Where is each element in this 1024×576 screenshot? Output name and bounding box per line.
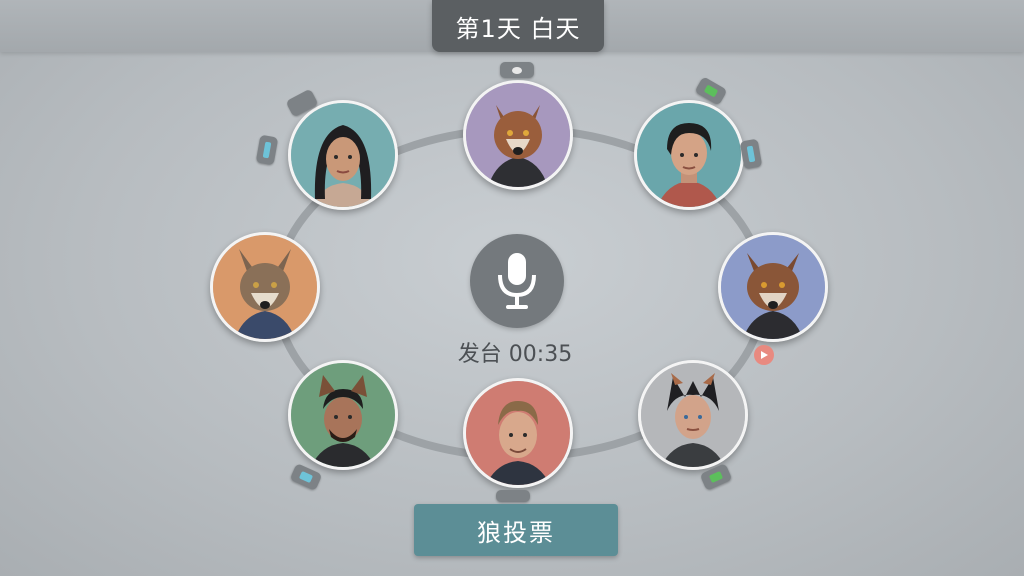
human-avatar <box>291 103 395 207</box>
card-icon <box>298 470 314 484</box>
player-seat-top-left[interactable] <box>288 100 398 210</box>
human-wolf-ears-avatar <box>291 363 395 467</box>
microphone-icon <box>498 253 536 309</box>
microphone-button[interactable] <box>470 234 564 328</box>
speaking-timer: 发台 00:35 <box>457 342 573 367</box>
player-seat-left[interactable] <box>210 232 320 342</box>
speaking-arrow-icon <box>754 345 774 365</box>
status-tag-top <box>500 62 534 78</box>
player-seat-bottom-left[interactable] <box>288 360 398 470</box>
gem-icon <box>708 470 724 484</box>
player-seat-bottom[interactable] <box>463 378 573 488</box>
human-avatar <box>637 103 741 207</box>
wolf-avatar <box>466 83 570 187</box>
wolf-avatar <box>213 235 317 339</box>
human-avatar <box>466 381 570 485</box>
card-icon <box>746 145 756 163</box>
wolf-vote-button[interactable]: 狼投票 <box>414 504 618 556</box>
status-tag-right-upper <box>739 138 763 170</box>
player-seat-top[interactable] <box>463 80 573 190</box>
player-seat-top-right[interactable] <box>634 100 744 210</box>
day-phase-banner: 第1天 白天 <box>432 0 604 52</box>
eye-icon <box>512 66 522 74</box>
wolf-avatar <box>721 235 825 339</box>
status-tag-bottom-left <box>289 463 323 491</box>
status-tag-bottom <box>496 490 530 502</box>
human-wolf-ears-avatar <box>641 363 745 467</box>
gem-icon <box>703 84 719 98</box>
status-tag-left-upper <box>255 134 279 166</box>
player-seat-bottom-right[interactable] <box>638 360 748 470</box>
player-seat-right[interactable] <box>718 232 828 342</box>
card-icon <box>262 141 272 159</box>
